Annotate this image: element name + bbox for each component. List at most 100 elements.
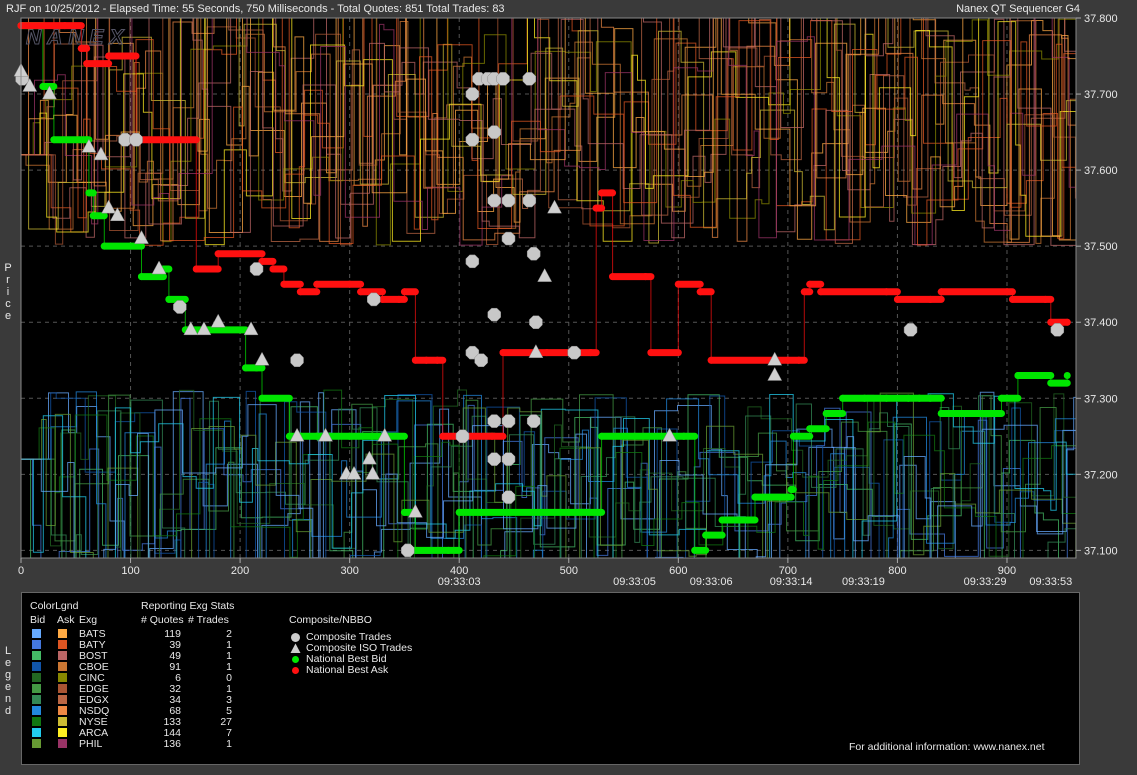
nbbo-dot-icon — [292, 667, 299, 674]
series-point — [296, 288, 304, 296]
series-point — [937, 288, 945, 296]
series-point — [50, 136, 58, 144]
y-tick-label: 37.200 — [1084, 469, 1118, 481]
legend-composite-label: National Best Ask — [306, 664, 389, 676]
series-point — [477, 508, 485, 516]
series-point — [915, 394, 923, 402]
legend-panel: ColorLgnd Reporting Exg Stats Bid Ask Ex… — [21, 592, 1080, 765]
series-point — [100, 242, 108, 250]
composite-trade-marker — [367, 292, 381, 307]
ask-color-swatch — [58, 629, 67, 638]
trade-circle-icon — [291, 633, 300, 642]
legend-col-trades: # Trades — [188, 614, 229, 626]
bid-color-swatch — [32, 695, 41, 704]
legend-side-label: Legend — [3, 645, 13, 717]
series-point — [691, 546, 699, 554]
composite-trade-marker — [526, 247, 541, 261]
series-point — [439, 432, 447, 440]
composite-trade-marker — [487, 414, 501, 428]
y-tick-label: 37.400 — [1084, 317, 1118, 329]
legend-side-char: L — [4, 645, 12, 657]
ask-color-swatch — [58, 717, 67, 726]
series-point — [647, 349, 655, 357]
time-tick-label: 09:33:53 — [1029, 576, 1072, 588]
bid-color-swatch — [32, 673, 41, 682]
ask-color-swatch — [58, 684, 67, 693]
series-point — [236, 326, 244, 334]
series-point — [400, 508, 408, 516]
x-tick-label: 100 — [121, 565, 139, 577]
series-point — [784, 356, 792, 364]
legend-side-char: e — [4, 657, 12, 669]
series-point — [61, 22, 69, 30]
composite-trade-marker — [129, 132, 143, 147]
series-point — [83, 60, 91, 68]
series-point — [203, 265, 211, 273]
series-point — [789, 432, 797, 440]
series-point — [674, 280, 682, 288]
series-point — [806, 280, 814, 288]
x-tick-label: 200 — [231, 565, 249, 577]
series-point — [433, 356, 441, 364]
series-point — [411, 356, 419, 364]
composite-trade-marker — [455, 429, 470, 444]
ask-color-swatch — [58, 640, 67, 649]
composite-trade-marker — [465, 132, 480, 147]
series-point — [127, 52, 135, 60]
legend-trades: 1 — [226, 738, 232, 750]
composite-trade-marker — [465, 254, 480, 269]
time-tick-label: 09:33:06 — [690, 576, 733, 588]
series-point — [680, 432, 688, 440]
bid-color-swatch — [32, 728, 41, 737]
series-point — [718, 516, 726, 524]
series-point — [839, 394, 847, 402]
series-point — [893, 295, 901, 303]
series-point — [499, 349, 507, 357]
composite-trade-marker — [501, 414, 516, 428]
series-point — [138, 273, 146, 281]
series-point — [455, 508, 463, 516]
x-tick-label: 300 — [340, 565, 358, 577]
series-point — [822, 409, 830, 417]
composite-trade-marker — [290, 353, 304, 367]
series-point — [587, 349, 595, 357]
series-point — [630, 432, 638, 440]
bid-color-swatch — [32, 629, 41, 638]
series-point — [1063, 371, 1071, 379]
time-tick-label: 09:33:29 — [964, 576, 1007, 588]
series-point — [488, 432, 496, 440]
series-point — [1003, 288, 1011, 296]
ask-color-swatch — [58, 662, 67, 671]
iso-triangle-icon — [290, 643, 301, 653]
series-point — [280, 280, 288, 288]
y-tick-label: 37.500 — [1084, 241, 1118, 253]
x-tick-label: 600 — [669, 565, 687, 577]
bid-color-swatch — [32, 684, 41, 693]
bid-color-swatch — [32, 706, 41, 715]
series-point — [1030, 371, 1038, 379]
series-point — [740, 516, 748, 524]
series-point — [165, 295, 173, 303]
series-point — [242, 364, 250, 372]
series-point — [641, 273, 649, 281]
series-point — [357, 288, 365, 296]
series-point — [926, 295, 934, 303]
series-point — [981, 409, 989, 417]
series-point — [89, 212, 97, 220]
series-point — [926, 394, 934, 402]
legend-footer: For additional information: www.nanex.ne… — [849, 741, 1045, 753]
series-point — [346, 432, 354, 440]
time-tick-label: 09:33:05 — [613, 576, 656, 588]
composite-trade-marker — [401, 543, 415, 558]
series-point — [214, 250, 222, 258]
series-point — [368, 432, 376, 440]
ask-color-swatch — [58, 651, 67, 660]
series-point — [77, 44, 85, 52]
composite-trade-marker — [501, 231, 516, 246]
composite-trade-marker — [487, 307, 501, 322]
series-point — [998, 394, 1006, 402]
series-point — [85, 189, 93, 197]
series-point — [543, 508, 551, 516]
series-point — [1014, 371, 1022, 379]
legend-col-exg: Exg — [79, 614, 98, 626]
